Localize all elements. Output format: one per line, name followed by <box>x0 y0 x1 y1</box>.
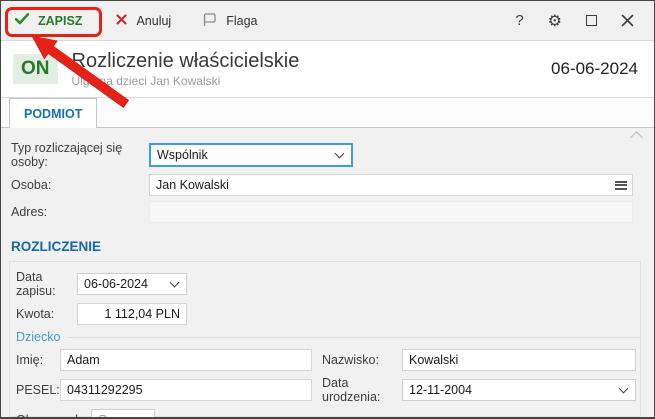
typ-osoby-row: Typ rozliczającej się osoby: Wspólnik <box>11 141 654 169</box>
imie-input[interactable] <box>60 349 312 371</box>
osoba-row: Osoba: <box>11 174 654 196</box>
help-button[interactable]: ? <box>515 13 523 28</box>
imie-nazwisko-row: Imię: Nazwisko: <box>16 349 640 371</box>
maximize-button[interactable] <box>586 15 597 26</box>
flag-button-label: Flaga <box>226 14 257 28</box>
record-header: ON Rozliczenie właścicielskie Ulga na dz… <box>1 41 654 98</box>
save-button-label: ZAPISZ <box>38 14 82 28</box>
toolbar: ZAPISZ Anuluj Flaga ? ⚙ <box>1 1 654 41</box>
typ-osoby-select[interactable]: Wspólnik <box>149 143 353 167</box>
tab-bar: PODMIOT <box>1 98 654 128</box>
okresy-od-select[interactable]: Początek <box>91 409 155 419</box>
adres-label: Adres: <box>11 205 149 219</box>
close-icon <box>621 14 634 27</box>
adres-field <box>149 201 633 223</box>
status-badge: ON <box>13 54 58 84</box>
imie-label: Imię: <box>16 353 60 367</box>
cancel-button[interactable]: Anuluj <box>116 14 171 28</box>
okresy-label: Okresy: <box>16 413 64 419</box>
osoba-input[interactable] <box>149 174 633 196</box>
pesel-urodzenia-row: PESEL: Data urodzenia: 12-11-2004 <box>16 376 640 404</box>
kwota-label: Kwota: <box>16 307 77 321</box>
okresy-od-placeholder: Początek <box>98 413 131 419</box>
data-urodzenia-label: Data urodzenia: <box>322 376 402 404</box>
maximize-icon <box>586 15 597 26</box>
nazwisko-input[interactable] <box>402 349 636 371</box>
okresy-row: Okresy: od: Początek <box>16 409 640 419</box>
app-window: ZAPISZ Anuluj Flaga ? ⚙ ON Rozliczenie w <box>0 0 655 419</box>
chevron-down-icon <box>335 149 345 159</box>
data-urodzenia-select[interactable]: 12-11-2004 <box>402 379 636 401</box>
page-title: Rozliczenie właścicielskie <box>72 50 300 73</box>
rozliczenie-heading: ROZLICZENIE <box>11 239 654 254</box>
pesel-label: PESEL: <box>16 383 60 397</box>
osoba-label: Osoba: <box>11 178 149 192</box>
flag-button[interactable]: Flaga <box>201 11 257 30</box>
title-block: Rozliczenie właścicielskie Ulga na dziec… <box>72 50 300 88</box>
x-icon <box>116 14 127 28</box>
osoba-input-wrap <box>149 174 633 196</box>
dziecko-group: Dziecko Imię: Nazwisko: PESEL: Data urod… <box>16 330 640 419</box>
kwota-row: Kwota: <box>16 303 640 325</box>
chevron-down-icon <box>170 278 180 288</box>
settings-gear-icon[interactable]: ⚙ <box>548 13 562 29</box>
form-area: Typ rozliczającej się osoby: Wspólnik Os… <box>1 128 654 417</box>
data-zapisu-value: 06-06-2024 <box>84 277 163 291</box>
data-zapisu-row: Data zapisu: 06-06-2024 <box>16 270 640 298</box>
data-zapisu-label: Data zapisu: <box>16 270 77 298</box>
data-urodzenia-value: 12-11-2004 <box>409 383 612 397</box>
data-zapisu-select[interactable]: 06-06-2024 <box>77 273 187 295</box>
chevron-down-icon <box>138 414 148 419</box>
rozliczenie-section: Data zapisu: 06-06-2024 Kwota: Dziecko I… <box>9 261 641 417</box>
record-date: 06-06-2024 <box>551 59 638 79</box>
page-subtitle: Ulga na dzieci Jan Kowalski <box>72 74 300 88</box>
pesel-input[interactable] <box>60 379 312 401</box>
close-button[interactable] <box>621 14 634 27</box>
tab-podmiot[interactable]: PODMIOT <box>9 98 97 128</box>
typ-osoby-label: Typ rozliczającej się osoby: <box>11 141 149 169</box>
flag-icon <box>201 11 217 30</box>
dziecko-legend[interactable]: Dziecko <box>16 330 68 344</box>
kwota-input[interactable] <box>77 303 187 325</box>
cancel-button-label: Anuluj <box>136 14 171 28</box>
menu-icon[interactable] <box>615 179 627 191</box>
adres-row: Adres: <box>11 201 654 223</box>
typ-osoby-value: Wspólnik <box>157 148 328 162</box>
save-button[interactable]: ZAPISZ <box>15 13 82 28</box>
window-controls: ? ⚙ <box>515 13 654 29</box>
nazwisko-label: Nazwisko: <box>322 353 402 367</box>
checkmark-icon <box>15 13 29 28</box>
od-label: od: <box>64 413 91 419</box>
chevron-down-icon <box>619 384 629 394</box>
